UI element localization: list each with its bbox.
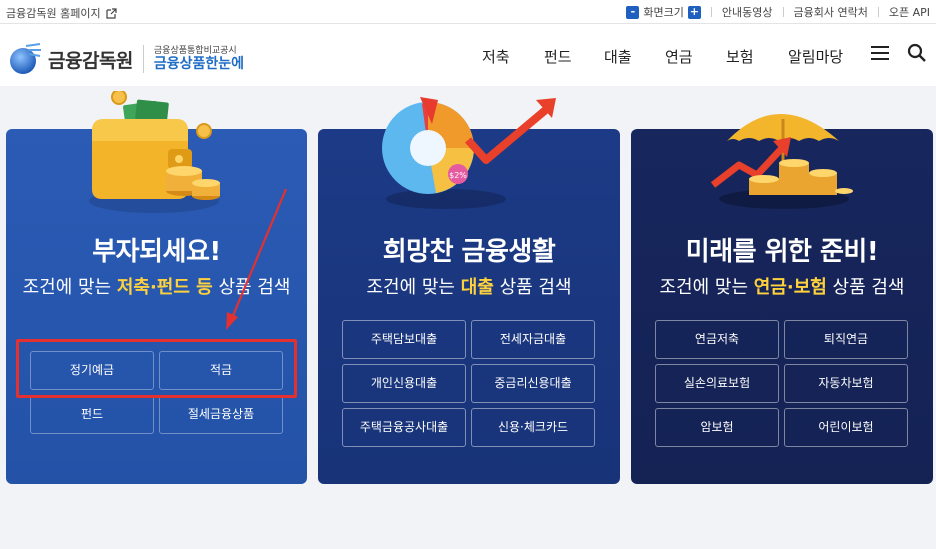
- annotation-arrow-icon: [226, 188, 288, 330]
